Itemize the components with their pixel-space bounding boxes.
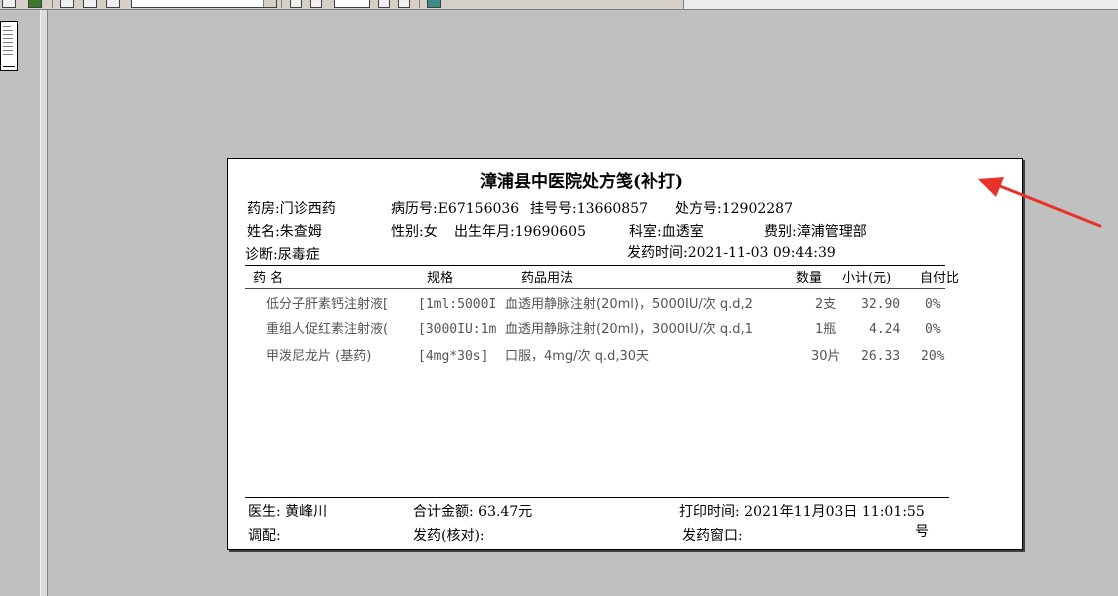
drug-subtotal: 4.24 (869, 322, 901, 337)
drug-name: 甲泼尼龙片 (基药) (266, 349, 372, 364)
drug-ratio: 0% (925, 322, 941, 337)
drug-name: 重组人促红素注射液( (266, 322, 389, 337)
drug-spec: [1ml:5000I (418, 297, 497, 312)
window-suffix: 号 (915, 524, 929, 540)
one-page-icon[interactable] (60, 0, 74, 8)
multi-page-icon[interactable] (106, 0, 120, 8)
drug-qty: 30片 (811, 349, 841, 364)
drug-spec: [4mg*30s] (418, 349, 489, 364)
drug-ratio: 0% (925, 297, 941, 312)
department: 科室:血透室 (629, 224, 704, 240)
registration-number: 挂号号:13660857 (530, 201, 648, 217)
zoom-select[interactable] (131, 0, 277, 8)
next-page-icon[interactable] (378, 0, 390, 8)
table-header-rule (245, 288, 945, 289)
patient-name: 姓名:朱查姆 (247, 224, 322, 240)
preview-toolbar (0, 0, 1118, 10)
drug-spec: [3000IU:1m (418, 322, 497, 337)
col-selfpay-header: 自付比 (920, 271, 960, 286)
first-page-icon[interactable] (290, 0, 302, 8)
drug-name: 低分子肝素钙注射液[ (266, 297, 389, 312)
pharmacy-label: 药房:门诊西药 (247, 201, 336, 217)
thumbnail-panel (0, 10, 41, 596)
drug-subtotal: 32.90 (861, 297, 901, 312)
export-icon[interactable] (28, 0, 42, 8)
fee-type: 费别:漳浦管理部 (764, 224, 867, 240)
toolbar-separator (281, 0, 282, 8)
col-spec-header: 规格 (427, 271, 454, 286)
diagnosis: 诊断:尿毒症 (245, 247, 320, 263)
prescription-page: 漳浦县中医院处方笺(补打) 药房:门诊西药 病历号:E67156036 挂号号:… (227, 158, 1023, 550)
page-thumbnail[interactable] (0, 21, 18, 71)
patient-birth: 出生年月:19690605 (454, 224, 586, 240)
total-amount: 合计金额: 63.47元 (413, 504, 533, 520)
drug-usage: 血透用静脉注射(20ml)，5000IU/次 q.d,2 (505, 297, 753, 312)
col-subtotal-header: 小计(元) (842, 271, 892, 286)
drug-subtotal: 26.33 (861, 349, 901, 364)
chevron-down-icon[interactable] (263, 0, 276, 7)
patient-gender: 性别:女 (391, 224, 438, 240)
drug-qty: 1瓶 (815, 322, 837, 337)
last-page-icon[interactable] (398, 0, 410, 8)
col-usage-header: 药品用法 (521, 271, 574, 286)
dispense-check-label: 发药(核对): (413, 528, 485, 544)
drug-usage: 口服，4mg/次 q.d,30天 (505, 349, 650, 364)
print-icon[interactable] (2, 0, 16, 8)
table-row: 甲泼尼龙片 (基药) [4mg*30s] 口服，4mg/次 q.d,30天 30… (228, 348, 1022, 368)
dispense-time: 发药时间:2021-11-03 09:44:39 (627, 245, 836, 261)
toolbar-separator (52, 0, 53, 8)
drug-usage: 血透用静脉注射(20ml)，3000IU/次 q.d,1 (505, 322, 753, 337)
prescription-number: 处方号:12902287 (675, 201, 793, 217)
table-row: 重组人促红素注射液( [3000IU:1m 血透用静脉注射(20ml)，3000… (228, 321, 1022, 341)
record-number: 病历号:E67156036 (391, 201, 520, 217)
toolbar-separator (419, 0, 420, 8)
drug-ratio: 20% (921, 349, 945, 364)
col-qty-header: 数量 (796, 271, 823, 286)
footer-rule (245, 497, 949, 498)
page-number-input[interactable] (334, 0, 370, 8)
panel-splitter[interactable] (40, 10, 48, 596)
prev-page-icon[interactable] (310, 0, 322, 8)
page-title: 漳浦县中医院处方笺(补打) (480, 172, 684, 192)
header-rule (245, 265, 945, 266)
two-page-icon[interactable] (83, 0, 97, 8)
drug-qty: 2支 (815, 297, 837, 312)
doctor-label: 医生: 黄峰川 (248, 504, 328, 520)
table-row: 低分子肝素钙注射液[ [1ml:5000I 血透用静脉注射(20ml)，5000… (228, 296, 1022, 316)
col-drug-header: 药 名 (253, 271, 284, 286)
print-time: 打印时间: 2021年11月03日 11:01:55 (679, 504, 925, 520)
close-preview-icon[interactable] (427, 0, 441, 8)
toolbar-blank-area (683, 0, 1118, 9)
dispense-window-label: 发药窗口: (682, 528, 743, 544)
prepare-label: 调配: (248, 528, 281, 544)
